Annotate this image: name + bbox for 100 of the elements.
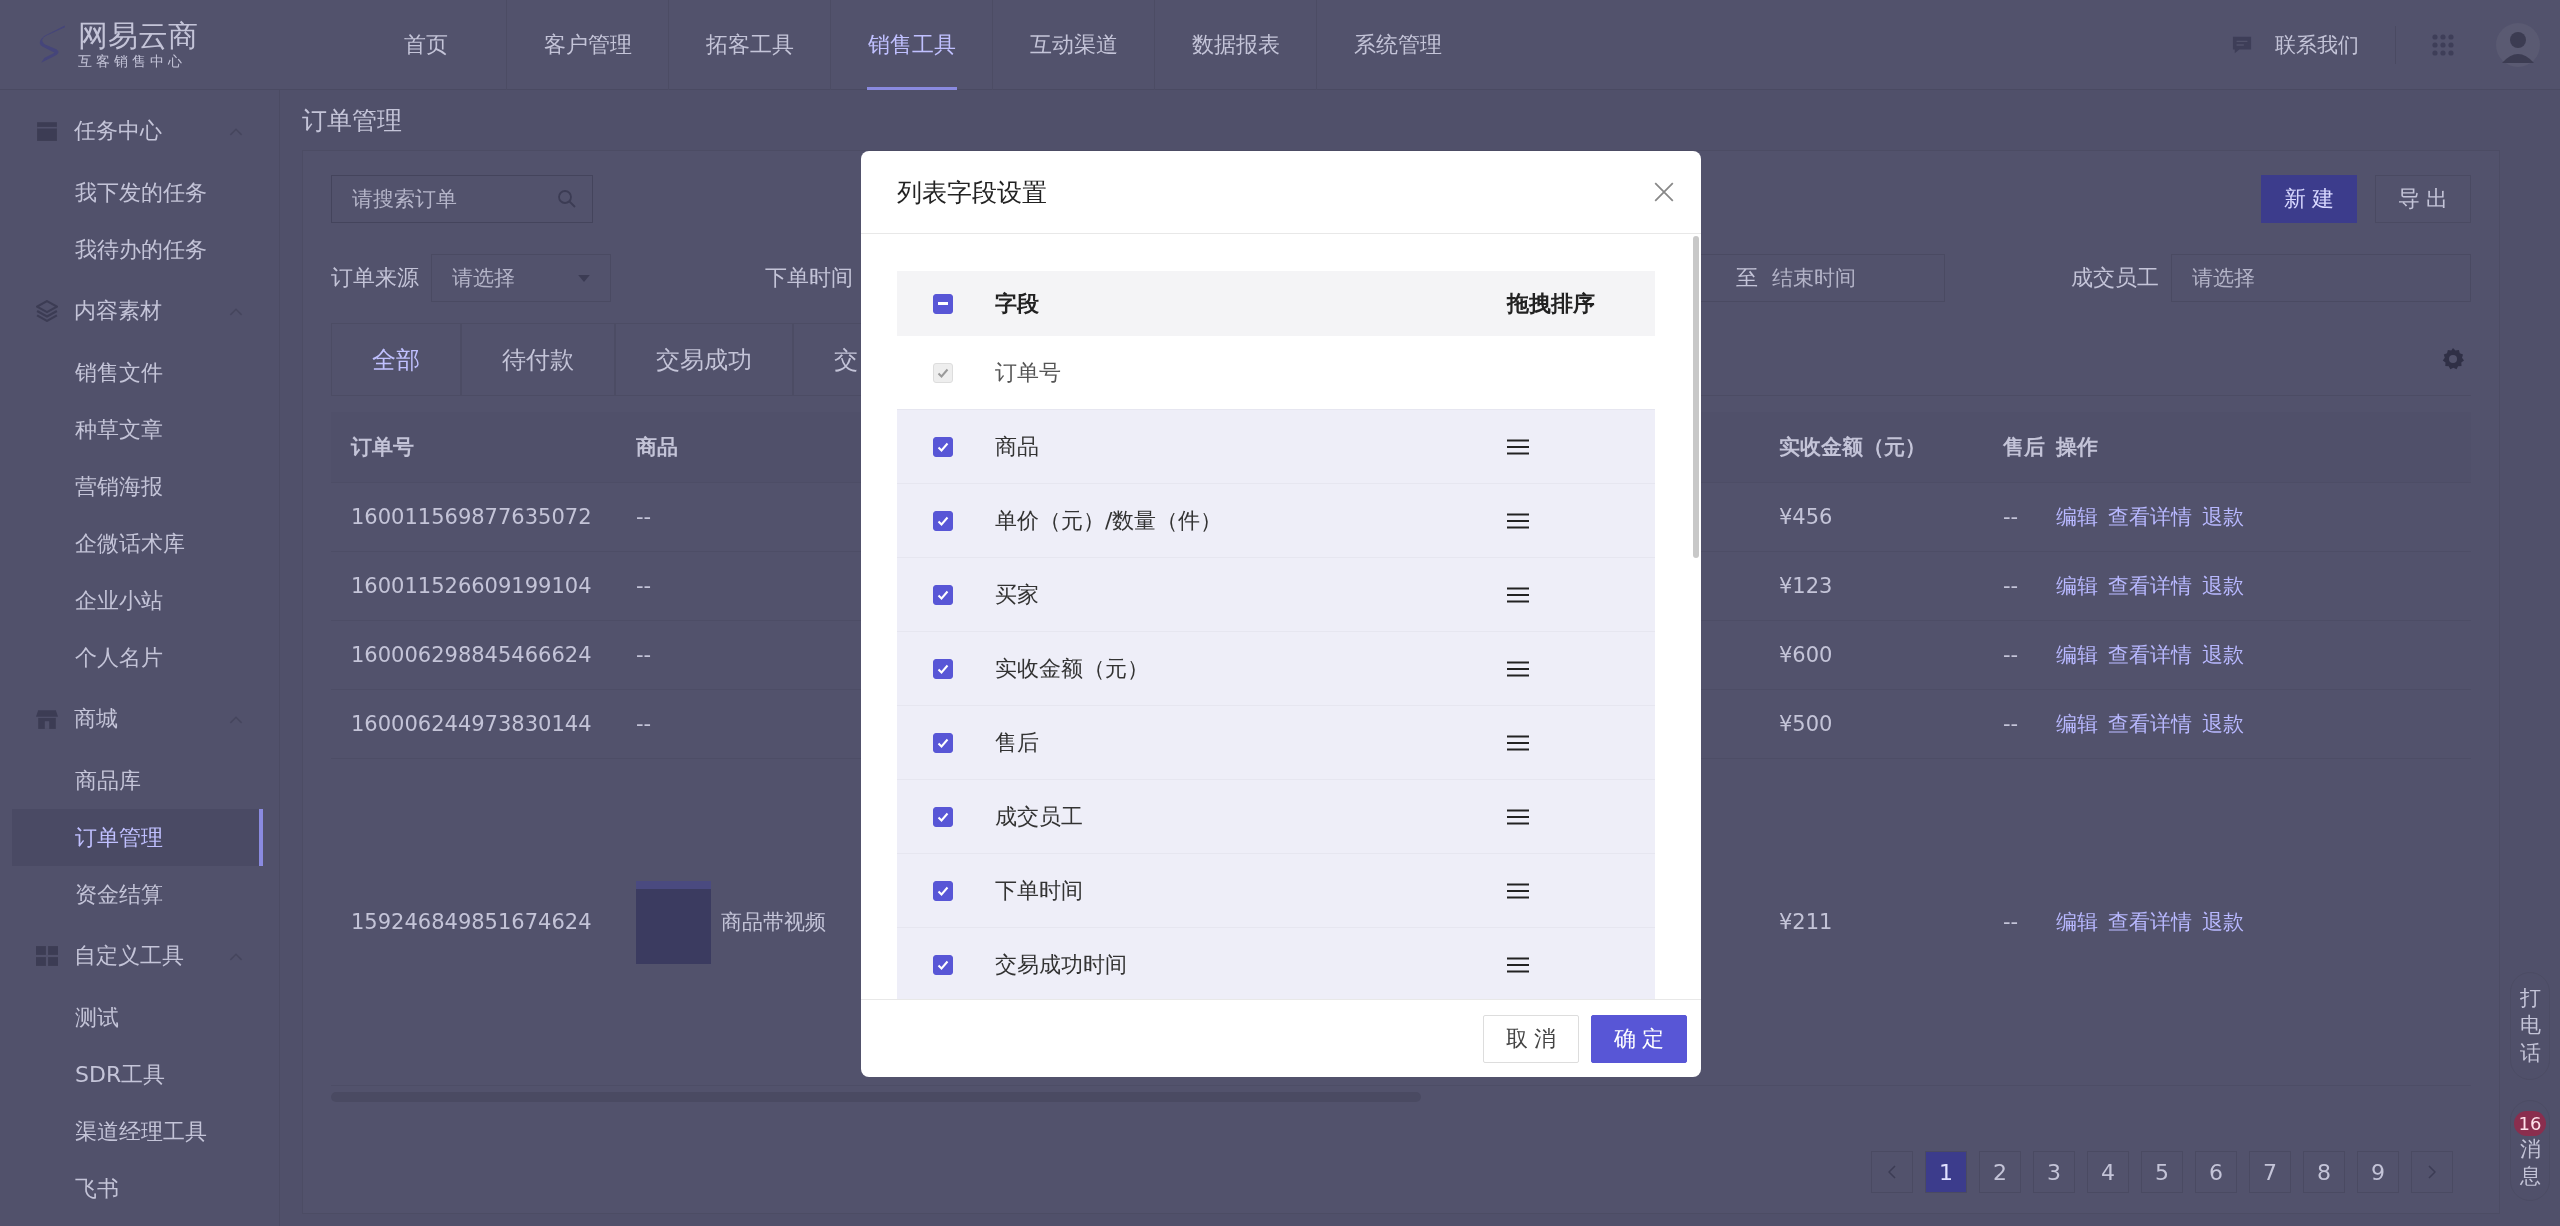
field-checkbox[interactable] xyxy=(933,510,953,531)
action-link[interactable]: 退款 xyxy=(2202,503,2244,531)
nav-tab[interactable]: 系统管理 xyxy=(1317,0,1479,90)
action-link[interactable]: 退款 xyxy=(2202,710,2244,738)
field-checkbox[interactable] xyxy=(933,436,953,457)
sidebar-item[interactable]: 资金结算 xyxy=(12,866,263,923)
cancel-button[interactable]: 取 消 xyxy=(1483,1014,1579,1063)
page-number[interactable]: 2 xyxy=(1979,1151,2021,1193)
confirm-button[interactable]: 确 定 xyxy=(1591,1014,1687,1063)
sidebar-item[interactable]: 渠道经理工具 xyxy=(12,1103,263,1160)
page-number[interactable]: 3 xyxy=(2033,1151,2075,1193)
sidebar-item[interactable]: 销售文件 xyxy=(12,344,263,401)
column-header: 操作 xyxy=(2056,434,2098,461)
status-tab[interactable]: 交易成功 xyxy=(615,323,793,395)
field-label: 交易成功时间 xyxy=(995,950,1128,979)
select-all-checkbox[interactable] xyxy=(933,293,953,314)
sidebar-item[interactable]: 种草文章 xyxy=(12,401,263,458)
drag-handle-icon[interactable] xyxy=(1507,956,1529,973)
action-link[interactable]: 退款 xyxy=(2202,572,2244,600)
field-checkbox[interactable] xyxy=(933,954,953,975)
table-cell: ¥600 xyxy=(1779,643,1833,667)
action-link[interactable]: 查看详情 xyxy=(2108,710,2192,738)
table-cell: 159246849851674624 xyxy=(351,910,592,934)
source-select[interactable]: 请选择 xyxy=(431,254,611,302)
action-link[interactable]: 编辑 xyxy=(2056,908,2098,936)
drag-handle-icon[interactable] xyxy=(1507,438,1529,455)
column-header: 订单号 xyxy=(351,434,414,461)
sidebar-item[interactable]: 企业小站 xyxy=(12,572,263,629)
create-button[interactable]: 新 建 xyxy=(2261,175,2357,223)
action-link[interactable]: 查看详情 xyxy=(2108,908,2192,936)
sidebar-group[interactable]: 自定义工具 xyxy=(0,923,279,989)
action-link[interactable]: 编辑 xyxy=(2056,641,2098,669)
table-cell: -- xyxy=(2003,505,2019,529)
field-checkbox[interactable] xyxy=(933,584,953,605)
action-link[interactable]: 编辑 xyxy=(2056,572,2098,600)
sidebar-item[interactable]: 飞书 xyxy=(12,1160,263,1217)
sidebar-item[interactable]: SDR工具 xyxy=(12,1046,263,1103)
staff-select[interactable]: 请选择 xyxy=(2171,254,2471,302)
action-link[interactable]: 编辑 xyxy=(2056,503,2098,531)
field-checkbox[interactable] xyxy=(933,732,953,753)
drag-handle-icon[interactable] xyxy=(1507,660,1529,677)
sidebar-item[interactable]: 个人名片 xyxy=(12,629,263,686)
drag-handle-icon[interactable] xyxy=(1507,808,1529,825)
nav-tab[interactable]: 首页 xyxy=(345,0,507,90)
action-link[interactable]: 退款 xyxy=(2202,908,2244,936)
close-icon[interactable] xyxy=(1653,181,1675,203)
page-number[interactable]: 5 xyxy=(2141,1151,2183,1193)
table-cell: ¥123 xyxy=(1779,574,1833,598)
action-link[interactable]: 退款 xyxy=(2202,641,2244,669)
action-link[interactable]: 编辑 xyxy=(2056,710,2098,738)
page-number[interactable]: 7 xyxy=(2249,1151,2291,1193)
table-cell: -- xyxy=(2003,910,2019,934)
action-link[interactable]: 查看详情 xyxy=(2108,641,2192,669)
drag-handle-icon[interactable] xyxy=(1507,734,1529,751)
field-checkbox[interactable] xyxy=(933,658,953,679)
action-link[interactable]: 查看详情 xyxy=(2108,572,2192,600)
sidebar-group[interactable]: 商城 xyxy=(0,686,279,752)
drag-handle-icon[interactable] xyxy=(1507,586,1529,603)
sidebar-item[interactable]: 商品库 xyxy=(12,752,263,809)
table-cell: ¥211 xyxy=(1779,910,1833,934)
dialog-title: 列表字段设置 xyxy=(897,176,1047,209)
page-number[interactable]: 9 xyxy=(2357,1151,2399,1193)
scrollbar[interactable] xyxy=(1693,236,1699,558)
field-checkbox[interactable] xyxy=(933,806,953,827)
chevron-left-icon xyxy=(1888,1165,1896,1179)
page-number[interactable]: 6 xyxy=(2195,1151,2237,1193)
field-label: 下单时间 xyxy=(995,876,1084,905)
export-button[interactable]: 导 出 xyxy=(2375,175,2471,223)
logo-name: 网易云商 xyxy=(78,18,198,53)
sidebar-group[interactable]: 任务中心 xyxy=(0,98,279,164)
page-number[interactable]: 1 xyxy=(1925,1151,1967,1193)
field-checkbox[interactable] xyxy=(933,880,953,901)
table-cell: -- xyxy=(636,643,652,667)
page-number[interactable]: 4 xyxy=(2087,1151,2129,1193)
search-field[interactable]: 请搜索订单 xyxy=(331,175,593,223)
field-label: 单价（元）/数量（件） xyxy=(995,506,1224,535)
contact-link[interactable]: 联系我们 xyxy=(2275,30,2359,59)
sidebar-item[interactable]: 测试 xyxy=(12,989,263,1046)
filter-label: 成交员工 xyxy=(2071,264,2159,292)
field-label: 售后 xyxy=(995,728,1040,757)
page-number[interactable]: 8 xyxy=(2303,1151,2345,1193)
table-cell: -- xyxy=(636,574,652,598)
sidebar-item[interactable]: 订单管理 xyxy=(12,809,263,866)
nav-tab[interactable]: 客户管理 xyxy=(507,0,669,90)
sidebar-item[interactable]: 我待办的任务 xyxy=(12,221,263,278)
sidebar-item[interactable]: 营销海报 xyxy=(12,458,263,515)
sidebar-item[interactable]: 我下发的任务 xyxy=(12,164,263,221)
field-label: 买家 xyxy=(995,580,1040,609)
drag-handle-icon[interactable] xyxy=(1507,882,1529,899)
search-icon xyxy=(557,189,577,209)
action-link[interactable]: 查看详情 xyxy=(2108,503,2192,531)
sidebar-group[interactable]: 内容素材 xyxy=(0,278,279,344)
status-tab[interactable]: 待付款 xyxy=(461,323,615,395)
messages-label: 消息 xyxy=(2519,1135,2541,1191)
nav-tab[interactable]: 数据报表 xyxy=(1155,0,1317,90)
nav-tab[interactable]: 互动渠道 xyxy=(993,0,1155,90)
drag-handle-icon[interactable] xyxy=(1507,512,1529,529)
column-header: 实收金额（元） xyxy=(1779,434,1926,461)
status-tab[interactable]: 全部 xyxy=(331,323,461,395)
sidebar-item[interactable]: 企微话术库 xyxy=(12,515,263,572)
